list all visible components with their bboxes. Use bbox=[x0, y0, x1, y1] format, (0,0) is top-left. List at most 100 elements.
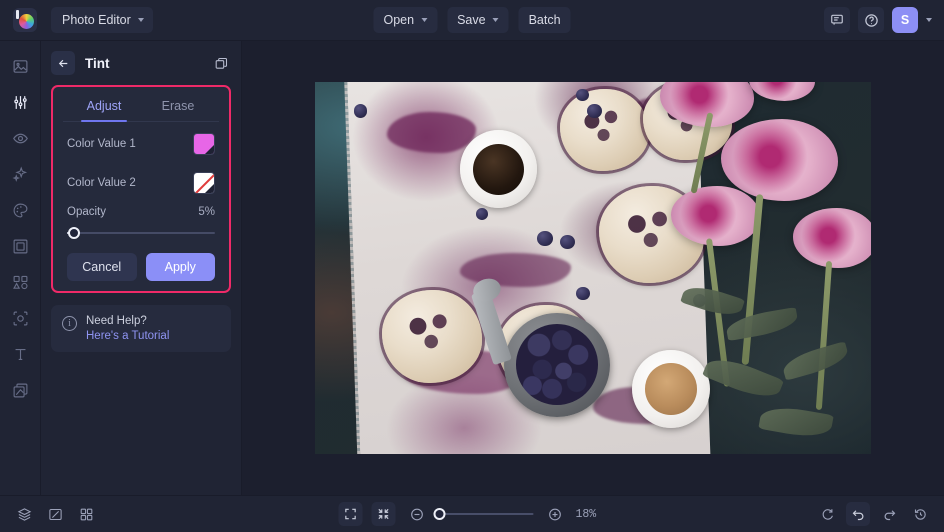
duplicate-layers-icon bbox=[215, 57, 228, 69]
top-center-actions: Open Save Batch bbox=[373, 7, 571, 33]
canvas-area[interactable] bbox=[242, 41, 944, 495]
panel-tabs: Adjust Erase bbox=[63, 91, 219, 122]
sidebar-item-text[interactable] bbox=[7, 341, 34, 368]
history-button[interactable] bbox=[908, 502, 932, 526]
bottom-left-tools bbox=[12, 502, 98, 526]
color-value-1-row: Color Value 1 bbox=[53, 126, 229, 161]
zoom-slider-track bbox=[437, 513, 534, 515]
save-button[interactable]: Save bbox=[447, 7, 509, 33]
sliders-icon bbox=[13, 96, 27, 109]
opacity-slider[interactable] bbox=[67, 227, 215, 239]
photo-blueberry bbox=[576, 286, 590, 300]
sidebar-item-layers[interactable] bbox=[7, 377, 34, 404]
tutorial-link[interactable]: Here's a Tutorial bbox=[86, 330, 169, 342]
text-t-icon bbox=[15, 348, 25, 361]
back-button[interactable] bbox=[51, 51, 75, 75]
sidebar-item-shapes[interactable] bbox=[7, 269, 34, 296]
compare-button[interactable] bbox=[43, 502, 67, 526]
plus-circle-icon bbox=[548, 508, 561, 520]
redo-button[interactable] bbox=[877, 502, 901, 526]
history-clock-icon bbox=[914, 508, 926, 520]
bottom-right-tools bbox=[815, 502, 932, 526]
tool-rail bbox=[0, 41, 41, 495]
color-value-1-label: Color Value 1 bbox=[67, 137, 136, 150]
photo-berry-smear bbox=[387, 111, 477, 153]
fit-to-screen-button[interactable] bbox=[338, 502, 363, 526]
tab-adjust-label: Adjust bbox=[86, 99, 122, 113]
question-circle-icon bbox=[864, 13, 878, 27]
photo-canvas[interactable] bbox=[315, 82, 871, 454]
opacity-slider-handle[interactable] bbox=[68, 227, 81, 239]
refresh-cycle-icon bbox=[822, 508, 833, 520]
sidebar-item-retouch[interactable] bbox=[7, 125, 34, 152]
chevron-down-icon bbox=[492, 18, 499, 22]
actual-size-button[interactable] bbox=[371, 502, 396, 526]
photo-blueberry bbox=[537, 230, 553, 246]
photo-blueberry bbox=[353, 104, 368, 118]
zoom-level-value: 18% bbox=[575, 507, 597, 521]
zoom-out-button[interactable] bbox=[405, 502, 429, 526]
tint-controls-highlight: Adjust Erase Color Value 1 Color Value 2 bbox=[51, 85, 231, 293]
apply-button[interactable]: Apply bbox=[145, 253, 215, 281]
expand-corners-icon bbox=[345, 508, 356, 520]
swatch-corner-triangle-icon bbox=[205, 183, 214, 193]
color-value-1-swatch[interactable] bbox=[193, 132, 215, 155]
cancel-button[interactable]: Cancel bbox=[67, 253, 137, 281]
undo-button[interactable] bbox=[846, 502, 870, 526]
opacity-control: Opacity 5% bbox=[53, 200, 229, 239]
photo-scone bbox=[381, 290, 482, 384]
editor-body: Tint Adjust Erase Color Value 1 Color Va… bbox=[0, 41, 944, 495]
need-help-title: Need Help? bbox=[86, 315, 147, 327]
arrow-left-icon bbox=[58, 59, 67, 67]
sidebar-item-cutout[interactable] bbox=[7, 305, 34, 332]
photo-berry-bowl bbox=[504, 312, 610, 417]
chat-bubble-icon bbox=[831, 14, 843, 25]
app-logo[interactable] bbox=[13, 8, 37, 32]
grid-view-button[interactable] bbox=[74, 502, 98, 526]
layers-stack-button[interactable] bbox=[12, 502, 36, 526]
chevron-down-icon bbox=[421, 18, 428, 22]
swatch-corner-triangle-icon bbox=[205, 144, 214, 154]
sidebar-item-effects[interactable] bbox=[7, 161, 34, 188]
tab-adjust[interactable]: Adjust bbox=[67, 91, 141, 122]
photo-coffee-liquid bbox=[472, 143, 525, 196]
tab-erase-label: Erase bbox=[161, 99, 195, 113]
page-title: Tint bbox=[85, 55, 110, 71]
shapes-icon bbox=[12, 275, 28, 290]
sidebar-item-frames[interactable] bbox=[7, 233, 34, 260]
help-button[interactable] bbox=[858, 7, 884, 33]
sidebar-item-adjust[interactable] bbox=[7, 89, 34, 116]
batch-button-label: Batch bbox=[528, 13, 561, 27]
grid-four-icon bbox=[80, 508, 92, 520]
photo-peony bbox=[670, 186, 760, 246]
top-right-actions: S bbox=[824, 7, 932, 33]
need-help-box: i Need Help? Here's a Tutorial bbox=[51, 305, 231, 352]
reset-button[interactable] bbox=[815, 502, 839, 526]
app-menu-photo-editor[interactable]: Photo Editor bbox=[51, 7, 153, 33]
photo-scone bbox=[559, 89, 649, 172]
zoom-in-button[interactable] bbox=[543, 502, 567, 526]
duplicate-layer-button[interactable] bbox=[214, 56, 229, 71]
batch-button[interactable]: Batch bbox=[518, 7, 571, 33]
opacity-slider-track bbox=[67, 232, 215, 234]
photo-blueberries bbox=[515, 324, 599, 406]
compare-split-icon bbox=[48, 508, 62, 520]
feedback-button[interactable] bbox=[824, 7, 850, 33]
undo-arrow-icon bbox=[852, 509, 863, 520]
photo-berry-smear bbox=[459, 253, 571, 287]
photo-latte-liquid bbox=[645, 363, 697, 415]
sidebar-item-color[interactable] bbox=[7, 197, 34, 224]
opacity-label: Opacity bbox=[67, 206, 106, 218]
avatar[interactable]: S bbox=[892, 7, 918, 33]
color-value-2-swatch[interactable] bbox=[193, 171, 215, 194]
layers-stack-icon bbox=[17, 507, 31, 521]
tab-erase[interactable]: Erase bbox=[141, 91, 215, 121]
sidebar-item-image[interactable] bbox=[7, 53, 34, 80]
picture-icon bbox=[13, 60, 27, 73]
opacity-header: Opacity 5% bbox=[67, 206, 215, 218]
zoom-slider-handle[interactable] bbox=[433, 508, 446, 520]
account-chevron-down-icon[interactable] bbox=[926, 18, 932, 22]
cutout-icon bbox=[13, 311, 27, 326]
open-button[interactable]: Open bbox=[373, 7, 438, 33]
zoom-slider[interactable] bbox=[433, 508, 534, 520]
